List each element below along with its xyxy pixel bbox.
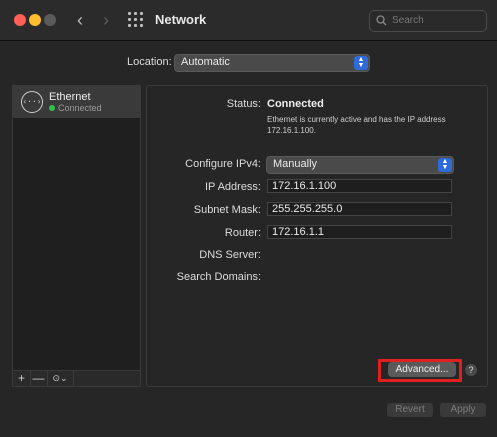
service-list-toolbar: + — ⊙⌄ (12, 370, 141, 387)
subnet-mask-field[interactable]: 255.255.255.0 (267, 202, 452, 216)
apply-button[interactable]: Apply (440, 403, 486, 417)
ethernet-icon: ‹··› (21, 91, 43, 113)
forward-arrow-icon[interactable]: › (96, 10, 116, 30)
subnet-mask-label: Subnet Mask: (193, 204, 261, 216)
zoom-window-button[interactable] (44, 14, 56, 26)
location-label: Location: (127, 56, 172, 68)
minimize-window-button[interactable] (29, 14, 41, 26)
back-arrow-icon[interactable]: ‹ (70, 10, 90, 30)
location-popup[interactable]: Automatic ▲ ▼ (174, 54, 370, 72)
dns-server-label: DNS Server: (199, 249, 261, 261)
service-list: ‹··› Ethernet Connected (12, 85, 141, 387)
search-field[interactable]: Search (369, 10, 487, 32)
service-name: Ethernet (49, 91, 91, 103)
router-field[interactable]: 172.16.1.1 (267, 225, 452, 239)
connected-status-dot (49, 105, 55, 111)
help-button[interactable]: ? (465, 364, 477, 376)
popup-chevron-icon: ▲ ▼ (438, 158, 452, 172)
router-label: Router: (224, 227, 261, 239)
configure-ipv4-popup[interactable]: Manually ▲ ▼ (266, 156, 454, 174)
search-icon (376, 15, 387, 26)
ip-address-label: IP Address: (204, 181, 261, 193)
service-item-ethernet[interactable]: ‹··› Ethernet Connected (13, 86, 140, 118)
popup-chevron-icon: ▲ ▼ (354, 56, 368, 70)
search-domains-label: Search Domains: (176, 271, 261, 283)
configure-ipv4-label: Configure IPv4: (185, 158, 261, 170)
status-value: Connected (267, 98, 324, 110)
action-menu-button[interactable]: ⊙⌄ (47, 371, 74, 386)
add-service-button[interactable]: + (13, 371, 31, 386)
service-status: Connected (58, 103, 102, 113)
window-title: Network (155, 12, 207, 27)
location-value: Automatic (181, 56, 230, 68)
status-description: Ethernet is currently active and has the… (267, 115, 446, 135)
highlight-box (378, 359, 462, 382)
remove-service-button[interactable]: — (30, 371, 48, 386)
show-all-grid-icon[interactable] (128, 12, 144, 28)
close-window-button[interactable] (14, 14, 26, 26)
configure-ipv4-value: Manually (273, 158, 318, 170)
ip-address-field[interactable]: 172.16.1.100 (267, 179, 452, 193)
search-placeholder: Search (392, 15, 424, 26)
network-preferences-window: ‹ › Network Search Location: Automatic ▲… (0, 0, 497, 437)
status-label: Status: (226, 98, 261, 110)
title-bar: ‹ › Network Search (0, 0, 497, 41)
revert-button[interactable]: Revert (387, 403, 433, 417)
